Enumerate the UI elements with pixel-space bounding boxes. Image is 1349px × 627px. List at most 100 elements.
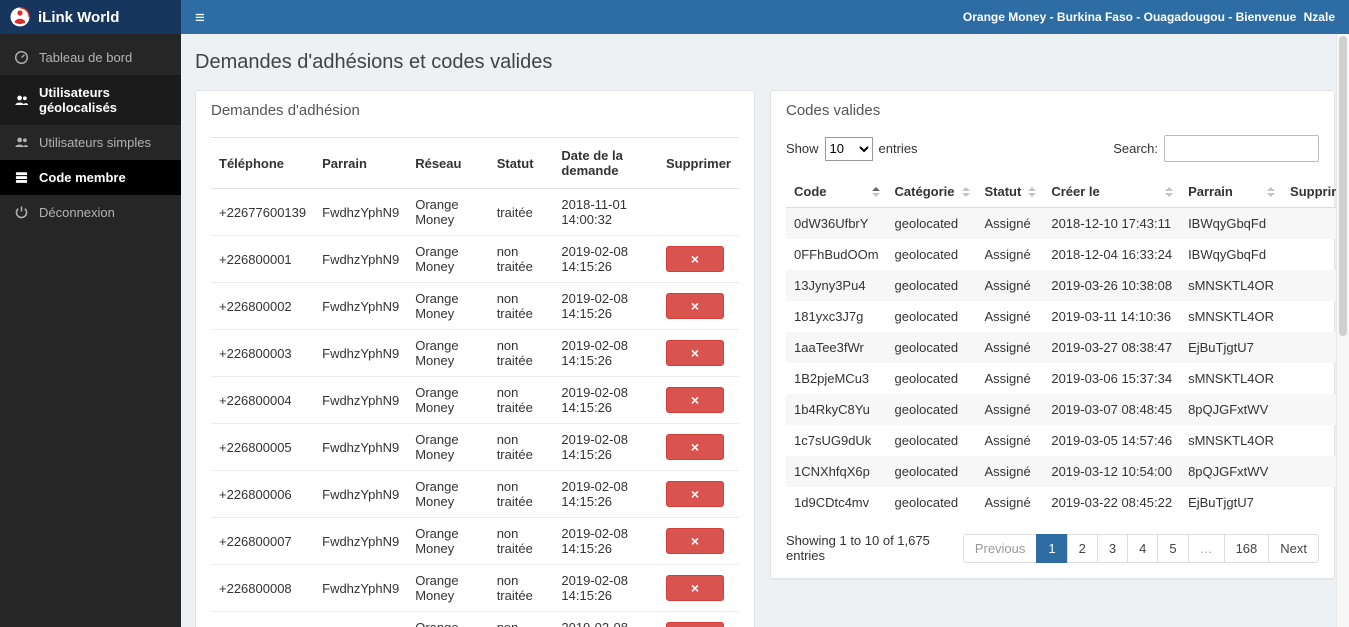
sortable-column-header[interactable]: Code bbox=[786, 176, 887, 208]
cell-statut: Assigné bbox=[984, 340, 1031, 355]
cell-statut: non traitée bbox=[488, 376, 554, 424]
pagination-page-button[interactable]: 3 bbox=[1096, 533, 1129, 563]
delete-button[interactable]: × bbox=[665, 575, 724, 601]
sortable-column-header[interactable]: Créer le bbox=[1043, 176, 1181, 208]
table-row: 13Jyny3Pu4 geolocated Assigné 2019-03-26 10… bbox=[786, 270, 1349, 301]
adhesion-table-header-row: Téléphone Parrain Réseau Statut Date de la d… bbox=[211, 137, 739, 189]
sortable-column-header[interactable]: Statut bbox=[976, 176, 1044, 208]
cell-statut: non traitée bbox=[488, 235, 554, 283]
cell-statut: Assigné bbox=[984, 495, 1031, 510]
cell-categorie: geolocated bbox=[894, 278, 959, 293]
cell-parrain: sMNSKTL4OR bbox=[1188, 433, 1275, 448]
table-info: Showing 1 to 10 of 1,675 entries bbox=[786, 533, 930, 563]
cell-statut: Assigné bbox=[984, 278, 1031, 293]
pagination-next-button[interactable]: Next bbox=[1268, 533, 1319, 563]
pagination-page-button[interactable]: 1 bbox=[1036, 533, 1068, 563]
sidebar-item-code-membre[interactable]: Code membre bbox=[0, 160, 181, 195]
cell-telephone: +22677600139 bbox=[211, 188, 315, 236]
sidebar-item-tableau-de-bord[interactable]: Tableau de bord bbox=[0, 40, 181, 75]
cell-telephone: +226800002 bbox=[211, 282, 315, 330]
table-row: +226800001 FwdhzYphN9 Orange Money non trai… bbox=[211, 235, 739, 283]
sort-icon bbox=[1028, 186, 1037, 197]
cell-cree-le: 2019-03-27 08:38:47 bbox=[1051, 340, 1173, 355]
scrollbar-track[interactable] bbox=[1336, 34, 1349, 627]
cell-parrain: EjBuTjgtU7 bbox=[1188, 495, 1254, 510]
cell-telephone: +226800003 bbox=[211, 329, 315, 377]
table-row: +226800005 FwdhzYphN9 Orange Money non trai… bbox=[211, 423, 739, 471]
codes-table: Code Catégorie Statut Créer le Parrain Suppri… bbox=[786, 176, 1349, 518]
search-input[interactable] bbox=[1164, 135, 1319, 162]
cell-parrain: FwdhzYphN9 bbox=[314, 611, 408, 627]
codes-panel: Codes valides Show 10 entries Search: Co… bbox=[770, 90, 1349, 579]
codes-table-header-row: Code Catégorie Statut Créer le Parrain Suppri… bbox=[786, 176, 1349, 208]
delete-button[interactable]: × bbox=[665, 434, 724, 460]
sortable-column-header[interactable]: Catégorie bbox=[886, 176, 977, 208]
column-header-label: Code bbox=[794, 184, 827, 199]
pagination-page-button[interactable]: 5 bbox=[1157, 533, 1189, 563]
cell-date: 2019-02-08 14:15:26 bbox=[553, 235, 658, 283]
cell-parrain: 8pQJGFxtWV bbox=[1188, 402, 1269, 417]
delete-button[interactable]: × bbox=[665, 622, 724, 627]
pagination-page-button[interactable]: 2 bbox=[1066, 533, 1098, 563]
cell-statut: Assigné bbox=[984, 402, 1031, 417]
table-row: 1B2pjeMCu3 geolocated Assigné 2019-03-06 15… bbox=[786, 363, 1349, 394]
cell-date: 2019-02-08 14:15:26 bbox=[553, 470, 658, 518]
column-header: Parrain bbox=[314, 137, 408, 189]
user-name-link[interactable]: Nzale bbox=[1304, 10, 1335, 24]
cell-categorie: geolocated bbox=[894, 402, 959, 417]
table-row: 1d9CDtc4mv geolocated Assigné 2019-03-22 08… bbox=[786, 487, 1349, 518]
delete-button[interactable]: × bbox=[665, 340, 724, 366]
codes-table-body: 0dW36UfbrY geolocated Assigné 2018-12-10 17… bbox=[786, 207, 1349, 519]
cell-supprimer: × bbox=[657, 564, 739, 612]
cell-statut: Assigné bbox=[984, 309, 1031, 324]
sidebar-item-utilisateurs-simples[interactable]: Utilisateurs simples bbox=[0, 125, 181, 160]
cell-date: 2018-11-01 14:00:32 bbox=[553, 188, 658, 236]
cell-parrain: sMNSKTL4OR bbox=[1188, 371, 1275, 386]
cell-categorie: geolocated bbox=[894, 309, 959, 324]
cell-cree-le: 2018-12-10 17:43:11 bbox=[1051, 216, 1172, 231]
power-icon bbox=[14, 205, 29, 220]
delete-button[interactable]: × bbox=[665, 481, 724, 507]
delete-button[interactable]: × bbox=[665, 246, 724, 272]
scrollbar-thumb[interactable] bbox=[1339, 36, 1347, 336]
cell-statut: Assigné bbox=[984, 433, 1031, 448]
sidebar-item-utilisateurs-geolocalises[interactable]: Utilisateurs géolocalisés bbox=[0, 75, 181, 125]
delete-button[interactable]: × bbox=[665, 387, 724, 413]
cell-parrain: FwdhzYphN9 bbox=[314, 564, 408, 612]
brand-title: iLink World bbox=[38, 8, 120, 26]
cell-cree-le: 2018-12-04 16:33:24 bbox=[1051, 247, 1173, 262]
pagination-previous-button[interactable]: Previous bbox=[962, 533, 1038, 563]
cell-code: 1d9CDtc4mv bbox=[794, 495, 870, 510]
table-row: 1CNXhfqX6p geolocated Assigné 2019-03-12 10… bbox=[786, 456, 1349, 487]
delete-button[interactable]: × bbox=[665, 528, 724, 554]
brand[interactable]: iLink World bbox=[0, 0, 181, 34]
cell-reseau: Orange Money bbox=[407, 188, 489, 236]
delete-button[interactable]: × bbox=[665, 293, 724, 319]
cell-statut: non traitée bbox=[488, 470, 554, 518]
page-length-select[interactable]: 10 bbox=[824, 136, 873, 161]
cell-code: 0dW36UfbrY bbox=[794, 216, 869, 231]
column-header-label: Créer le bbox=[1051, 184, 1100, 199]
cell-supprimer: × bbox=[657, 235, 739, 283]
sort-icon bbox=[961, 186, 970, 197]
pagination-page-button[interactable]: 168 bbox=[1223, 533, 1270, 563]
pagination-page-button[interactable]: 4 bbox=[1127, 533, 1159, 563]
cell-cree-le: 2019-03-06 15:37:34 bbox=[1051, 371, 1173, 386]
page-title: Demandes d'adhésions et codes valides bbox=[195, 51, 553, 73]
cell-parrain: FwdhzYphN9 bbox=[314, 188, 408, 236]
column-header-label: Statut bbox=[984, 184, 1022, 199]
cell-code: 181yxc3J7g bbox=[794, 309, 864, 324]
brand-logo-icon bbox=[10, 7, 30, 27]
sort-icon bbox=[871, 186, 880, 197]
sortable-column-header[interactable]: Parrain bbox=[1180, 176, 1283, 208]
table-row: +226800007 FwdhzYphN9 Orange Money non trai… bbox=[211, 517, 739, 565]
top-navbar: iLink World ≡ Orange Money - Burkina Fas… bbox=[0, 0, 1349, 34]
sidebar-item-deconnexion[interactable]: Déconnexion bbox=[0, 195, 181, 230]
search-label: Search: bbox=[1113, 141, 1158, 156]
cell-supprimer: × bbox=[657, 423, 739, 471]
cell-reseau: Orange Money bbox=[407, 517, 489, 565]
sidebar-item-label: Utilisateurs simples bbox=[39, 135, 151, 150]
cell-reseau: Orange Money bbox=[407, 423, 489, 471]
cell-reseau: Orange Money bbox=[407, 376, 489, 424]
menu-toggle-icon[interactable]: ≡ bbox=[195, 9, 205, 26]
